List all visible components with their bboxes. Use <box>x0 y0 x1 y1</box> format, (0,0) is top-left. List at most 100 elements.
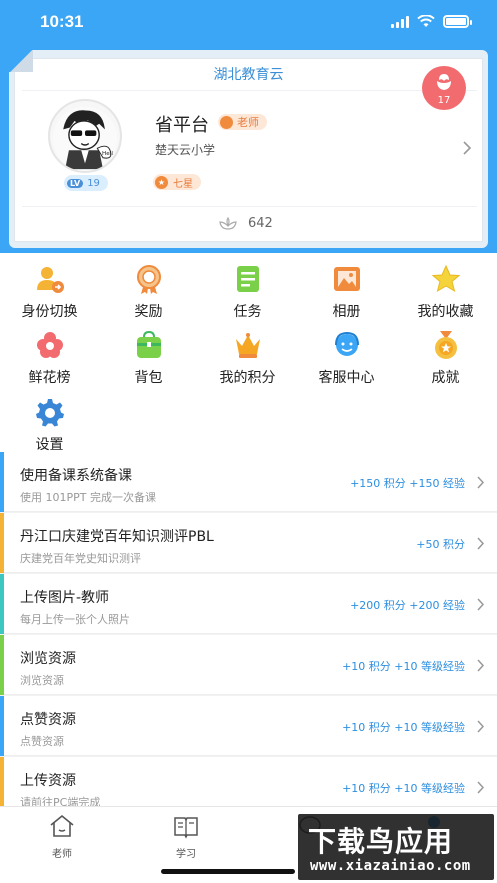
backpack-icon <box>136 330 161 358</box>
task-list: 使用备课系统备课 使用 101PPT 完成一次备课 +150 积分 +150 经… <box>0 452 497 806</box>
task-accent-bar <box>0 574 4 634</box>
menu-item-settings[interactable]: 设置 <box>0 396 99 453</box>
rose-count: 17 <box>437 95 451 106</box>
task-list-icon <box>236 266 259 292</box>
flower-count: 642 <box>218 216 273 231</box>
divider <box>22 90 477 91</box>
task-accent-bar <box>0 757 4 806</box>
menu-item-achievement[interactable]: 成就 <box>396 329 495 386</box>
task-row[interactable]: 使用备课系统备课 使用 101PPT 完成一次备课 +150 积分 +150 经… <box>0 452 497 512</box>
menu-label: 我的积分 <box>219 370 276 386</box>
task-subtitle: 每月上传一张个人照片 <box>20 613 130 626</box>
task-subtitle: 点赞资源 <box>20 735 64 748</box>
task-title: 点赞资源 <box>20 712 76 728</box>
identity-switch-icon <box>36 267 64 293</box>
home-icon <box>50 814 74 837</box>
menu-item-flower-rank[interactable]: 鲜花榜 <box>0 329 99 386</box>
task-row[interactable]: 丹江口庆建党百年知识测评PBL 庆建党百年党史知识测评 +50 积分 <box>0 513 497 573</box>
photo-album-icon <box>333 267 360 291</box>
level-prefix: LV <box>67 178 84 188</box>
task-title: 上传资源 <box>20 773 76 789</box>
task-row[interactable]: 浏览资源 浏览资源 +10 积分 +10 等级经验 <box>0 635 497 695</box>
battery-icon <box>443 15 472 28</box>
status-indicators <box>391 15 472 28</box>
gear-icon <box>35 399 64 427</box>
menu-label: 成就 <box>431 370 460 386</box>
menu-item-my-points[interactable]: 我的积分 <box>198 329 297 386</box>
home-indicator <box>161 869 295 874</box>
menu-label: 相册 <box>332 304 361 320</box>
task-title: 浏览资源 <box>20 651 76 667</box>
menu-label: 奖励 <box>134 304 163 320</box>
platform-title: 湖北教育云 <box>213 67 284 83</box>
star-rank-badge: ★ 七星 <box>153 174 201 190</box>
task-row[interactable]: 上传资源 请前往PC端完成 +10 积分 +10 等级经验 <box>0 757 497 806</box>
task-reward: +200 积分 +200 经验 <box>350 599 465 612</box>
menu-item-backpack[interactable]: 背包 <box>99 329 198 386</box>
task-subtitle: 庆建党百年党史知识测评 <box>20 552 141 565</box>
menu-item-customer-service[interactable]: 客服中心 <box>297 329 396 386</box>
menu-item-task[interactable]: 任务 <box>198 263 297 320</box>
svg-text:Hell: Hell <box>102 151 113 157</box>
task-row[interactable]: 点赞资源 点赞资源 +10 积分 +10 等级经验 <box>0 696 497 756</box>
task-subtitle: 请前往PC端完成 <box>20 796 101 806</box>
divider <box>22 206 477 207</box>
task-accent-bar <box>0 513 4 573</box>
task-subtitle: 使用 101PPT 完成一次备课 <box>20 491 156 504</box>
role-label: 老师 <box>237 116 259 129</box>
level-badge: LV 19 <box>64 175 108 191</box>
signal-icon <box>391 15 409 28</box>
book-icon <box>174 817 198 839</box>
rose-badge[interactable]: 17 <box>422 66 466 110</box>
level-value: 19 <box>87 177 100 189</box>
flower-icon <box>36 332 63 358</box>
avatar[interactable]: Hell <box>48 99 122 173</box>
menu-label: 身份切换 <box>21 304 78 320</box>
crown-icon <box>235 333 260 358</box>
watermark: 下载鸟应用 www.xiazainiao.com <box>298 814 494 880</box>
customer-service-icon <box>334 331 359 356</box>
menu-item-album[interactable]: 相册 <box>297 263 396 320</box>
chevron-right-icon <box>477 720 485 733</box>
role-badge: 老师 <box>218 114 267 130</box>
task-reward: +10 积分 +10 等级经验 <box>342 660 465 673</box>
feature-menu: 身份切换 奖励 任务 相册 我的收藏 鲜花榜 背包 我的积分 客服中心 成就 设… <box>0 253 497 453</box>
menu-label: 任务 <box>233 304 262 320</box>
rose-icon <box>437 74 451 90</box>
task-accent-bar <box>0 635 4 695</box>
task-reward: +50 积分 <box>416 538 465 551</box>
star-rank-icon: ★ <box>155 175 168 189</box>
task-accent-bar <box>0 696 4 756</box>
status-time: 10:31 <box>40 12 84 31</box>
school-name: 楚天云小学 <box>155 143 216 157</box>
menu-label: 背包 <box>134 370 163 386</box>
menu-label: 我的收藏 <box>417 304 474 320</box>
task-reward: +150 积分 +150 经验 <box>350 477 465 490</box>
task-reward: +10 积分 +10 等级经验 <box>342 782 465 795</box>
menu-item-reward[interactable]: 奖励 <box>99 263 198 320</box>
teacher-icon <box>220 115 233 129</box>
chevron-right-icon <box>477 781 485 794</box>
achievement-medal-icon <box>434 331 457 359</box>
menu-label: 鲜花榜 <box>28 370 71 386</box>
chevron-right-icon[interactable] <box>462 140 472 156</box>
star-icon <box>431 264 460 293</box>
task-accent-bar <box>0 452 4 512</box>
star-rank-label: 七星 <box>173 178 193 190</box>
tab-teacher[interactable]: 老师 <box>22 813 102 860</box>
watermark-url: www.xiazainiao.com <box>310 858 471 874</box>
chevron-right-icon <box>477 476 485 489</box>
task-title: 使用备课系统备课 <box>20 468 132 484</box>
task-title: 上传图片-教师 <box>20 590 110 606</box>
chevron-right-icon <box>477 598 485 611</box>
wifi-icon <box>417 15 435 27</box>
menu-item-identity-switch[interactable]: 身份切换 <box>0 263 99 320</box>
tab-label: 学习 <box>176 849 196 860</box>
tab-study[interactable]: 学习 <box>146 813 226 860</box>
flower-count-value: 642 <box>248 216 273 231</box>
tab-label: 老师 <box>52 849 72 860</box>
task-row[interactable]: 上传图片-教师 每月上传一张个人照片 +200 积分 +200 经验 <box>0 574 497 634</box>
chevron-right-icon <box>477 659 485 672</box>
menu-label: 客服中心 <box>318 370 375 386</box>
menu-item-favorites[interactable]: 我的收藏 <box>396 263 495 320</box>
